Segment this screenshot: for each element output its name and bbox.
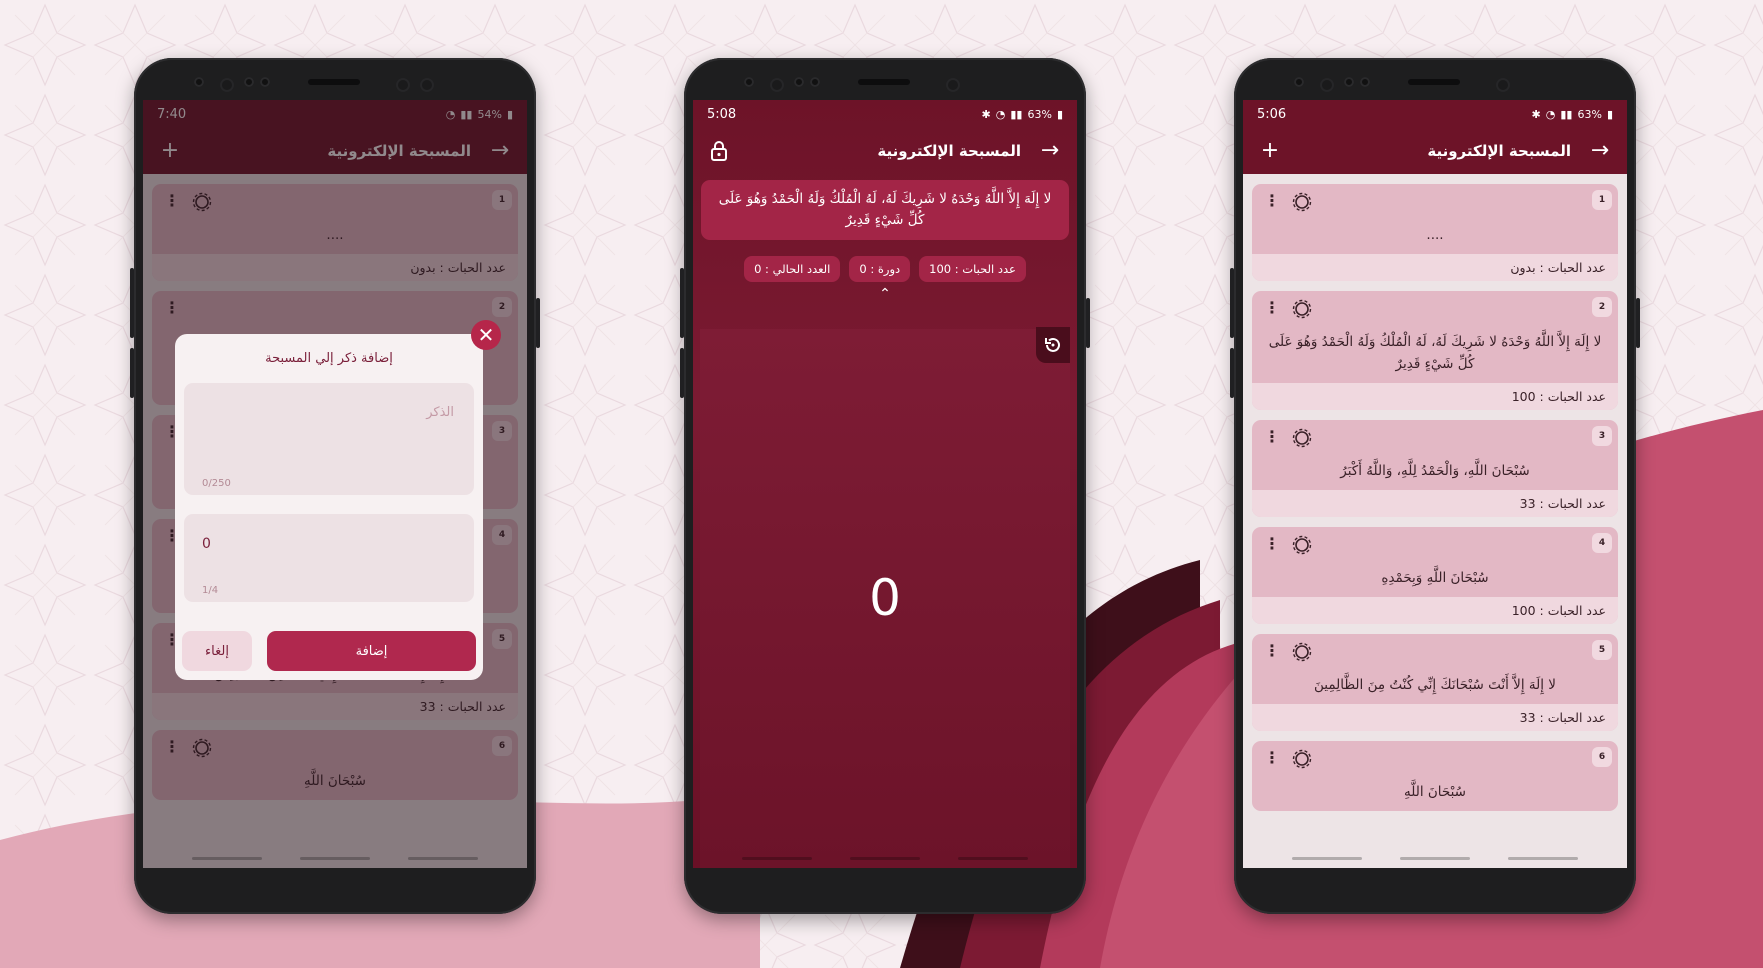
lock-icon[interactable] (709, 140, 729, 162)
more-icon[interactable]: ⋮ (1264, 300, 1280, 316)
wifi-icon: ◔ (1545, 107, 1556, 121)
nav-bar (693, 854, 1077, 864)
phone-2: 5:08 ✱ ◔ ▮▮ 63% ▮ المسبحة الإلكترونية → … (680, 58, 1090, 914)
arrow-right-icon[interactable]: → (1039, 140, 1061, 162)
count-field[interactable]: 0 1/4 (184, 514, 474, 602)
bluetooth-icon: ✱ (1531, 107, 1541, 121)
app-bar: المسبحة الإلكترونية → (693, 128, 1077, 174)
signal-icon: ▮▮ (1010, 107, 1023, 121)
gear-icon[interactable] (1292, 299, 1312, 319)
list-item[interactable]: ⋮ 2 لا إِلَهَ إِلاَّ اللَّهُ وَحْدَهُ لا… (1252, 291, 1618, 410)
cancel-button[interactable]: إلغاء (182, 631, 252, 671)
nav-bar (143, 854, 527, 864)
count-char-counter: 1/4 (202, 585, 219, 596)
app-bar: + المسبحة الإلكترونية → (1243, 128, 1627, 174)
page-title: المسبحة الإلكترونية (1427, 142, 1571, 160)
current-count-badge: العدد الحالي : 0 (744, 256, 841, 282)
close-icon[interactable]: ✕ (471, 320, 501, 350)
more-icon[interactable]: ⋮ (1264, 643, 1280, 659)
item-number: 6 (1592, 747, 1612, 767)
current-dhikr: لا إِلَهَ إِلاَّ اللَّهُ وَحْدَهُ لا شَر… (701, 180, 1069, 240)
bead-count: عدد الحبات : 100 (1252, 383, 1618, 410)
dhikr-text: .... (1426, 227, 1444, 243)
phone-3: 5:06 ✱ ◔ ▮▮ 63% ▮ + المسبحة الإلكترونية … (1230, 58, 1640, 914)
item-number: 4 (1592, 533, 1612, 553)
list-item[interactable]: ⋮ 1 .... عدد الحبات : بدون (1252, 184, 1618, 281)
dhikr-text: سُبْحَانَ اللَّهِ وَبِحَمْدِهِ (1381, 570, 1489, 586)
dhikr-text: لا إِلَهَ إِلاَّ أَنْتَ سُبْحَانَكَ إِنِ… (1313, 677, 1557, 693)
reset-icon[interactable] (1036, 327, 1070, 363)
gear-icon[interactable] (1292, 642, 1312, 662)
dhikr-text: لا إِلَهَ إِلاَّ اللَّهُ وَحْدَهُ لا شَر… (1268, 334, 1602, 372)
status-bar: 5:06 ✱ ◔ ▮▮ 63% ▮ (1243, 100, 1627, 128)
list-item[interactable]: ⋮ 5 لا إِلَهَ إِلاَّ أَنْتَ سُبْحَانَكَ … (1252, 634, 1618, 731)
dhikr-placeholder: الذكر (426, 405, 454, 420)
add-dhikr-dialog: إضافة ذكر إلي المسبحة الذكر 0/250 0 1/4 … (175, 334, 483, 680)
dhikr-text: سُبْحَانَ اللَّهِ (1404, 784, 1466, 800)
gear-icon[interactable] (1292, 428, 1312, 448)
phone-1: 7:40 ◔ ▮▮ 54% ▮ + المسبحة الإلكترونية → … (130, 58, 540, 914)
signal-icon: ▮▮ (1560, 107, 1573, 121)
plus-icon[interactable]: + (1259, 140, 1281, 162)
counter-value: 0 (869, 569, 901, 627)
nav-bar (1243, 854, 1627, 864)
battery-percent: 63% (1577, 107, 1602, 121)
dhikr-text: سُبْحَانَ اللَّهِ، وَالْحَمْدُ لِلَّهِ، … (1340, 463, 1530, 479)
beads-badge: عدد الحبات : 100 (919, 256, 1026, 282)
more-icon[interactable]: ⋮ (1264, 193, 1280, 209)
bead-count: عدد الحبات : 33 (1252, 704, 1618, 731)
bead-count: عدد الحبات : 100 (1252, 597, 1618, 624)
item-number: 5 (1592, 640, 1612, 660)
wifi-icon: ◔ (995, 107, 1006, 121)
add-button[interactable]: إضافة (267, 631, 476, 671)
gear-icon[interactable] (1292, 192, 1312, 212)
chevron-up-icon[interactable]: ⌃ (693, 286, 1077, 302)
status-time: 5:08 (707, 106, 737, 122)
list-item[interactable]: ⋮ 6 سُبْحَانَ اللَّهِ (1252, 741, 1618, 811)
status-time: 5:06 (1257, 106, 1287, 122)
tap-area[interactable]: 0 (700, 327, 1070, 868)
gear-icon[interactable] (1292, 535, 1312, 555)
list-item[interactable]: ⋮ 4 سُبْحَانَ اللَّهِ وَبِحَمْدِهِ عدد ا… (1252, 527, 1618, 624)
bluetooth-icon: ✱ (981, 107, 991, 121)
gear-icon[interactable] (1292, 749, 1312, 769)
list-screen: 7:40 ◔ ▮▮ 54% ▮ + المسبحة الإلكترونية → … (143, 100, 527, 868)
item-number: 1 (1592, 190, 1612, 210)
battery-percent: 63% (1027, 107, 1052, 121)
bead-count: عدد الحبات : 33 (1252, 490, 1618, 517)
dhikr-char-counter: 0/250 (202, 478, 231, 489)
arrow-right-icon[interactable]: → (1589, 140, 1611, 162)
battery-icon: ▮ (1606, 107, 1613, 121)
page-title: المسبحة الإلكترونية (877, 142, 1021, 160)
counter-screen: 5:08 ✱ ◔ ▮▮ 63% ▮ المسبحة الإلكترونية → … (693, 100, 1077, 868)
count-value: 0 (202, 536, 211, 552)
item-number: 2 (1592, 297, 1612, 317)
more-icon[interactable]: ⋮ (1264, 750, 1280, 766)
battery-icon: ▮ (1056, 107, 1063, 121)
bead-count: عدد الحبات : بدون (1252, 254, 1618, 281)
more-icon[interactable]: ⋮ (1264, 429, 1280, 445)
dhikr-field[interactable]: الذكر 0/250 (184, 383, 474, 495)
status-bar: 5:08 ✱ ◔ ▮▮ 63% ▮ (693, 100, 1077, 128)
item-number: 3 (1592, 426, 1612, 446)
round-badge: دورة : 0 (849, 256, 911, 282)
dhikr-list: ⋮ 1 .... عدد الحبات : بدون ⋮ 2 لا إِلَهَ… (1243, 174, 1627, 811)
stats-row: العدد الحالي : 0 دورة : 0 عدد الحبات : 1… (693, 256, 1077, 282)
dialog-title: إضافة ذكر إلي المسبحة (265, 351, 393, 366)
list-item[interactable]: ⋮ 3 سُبْحَانَ اللَّهِ، وَالْحَمْدُ لِلَّ… (1252, 420, 1618, 517)
more-icon[interactable]: ⋮ (1264, 536, 1280, 552)
list-screen: 5:06 ✱ ◔ ▮▮ 63% ▮ + المسبحة الإلكترونية … (1243, 100, 1627, 868)
